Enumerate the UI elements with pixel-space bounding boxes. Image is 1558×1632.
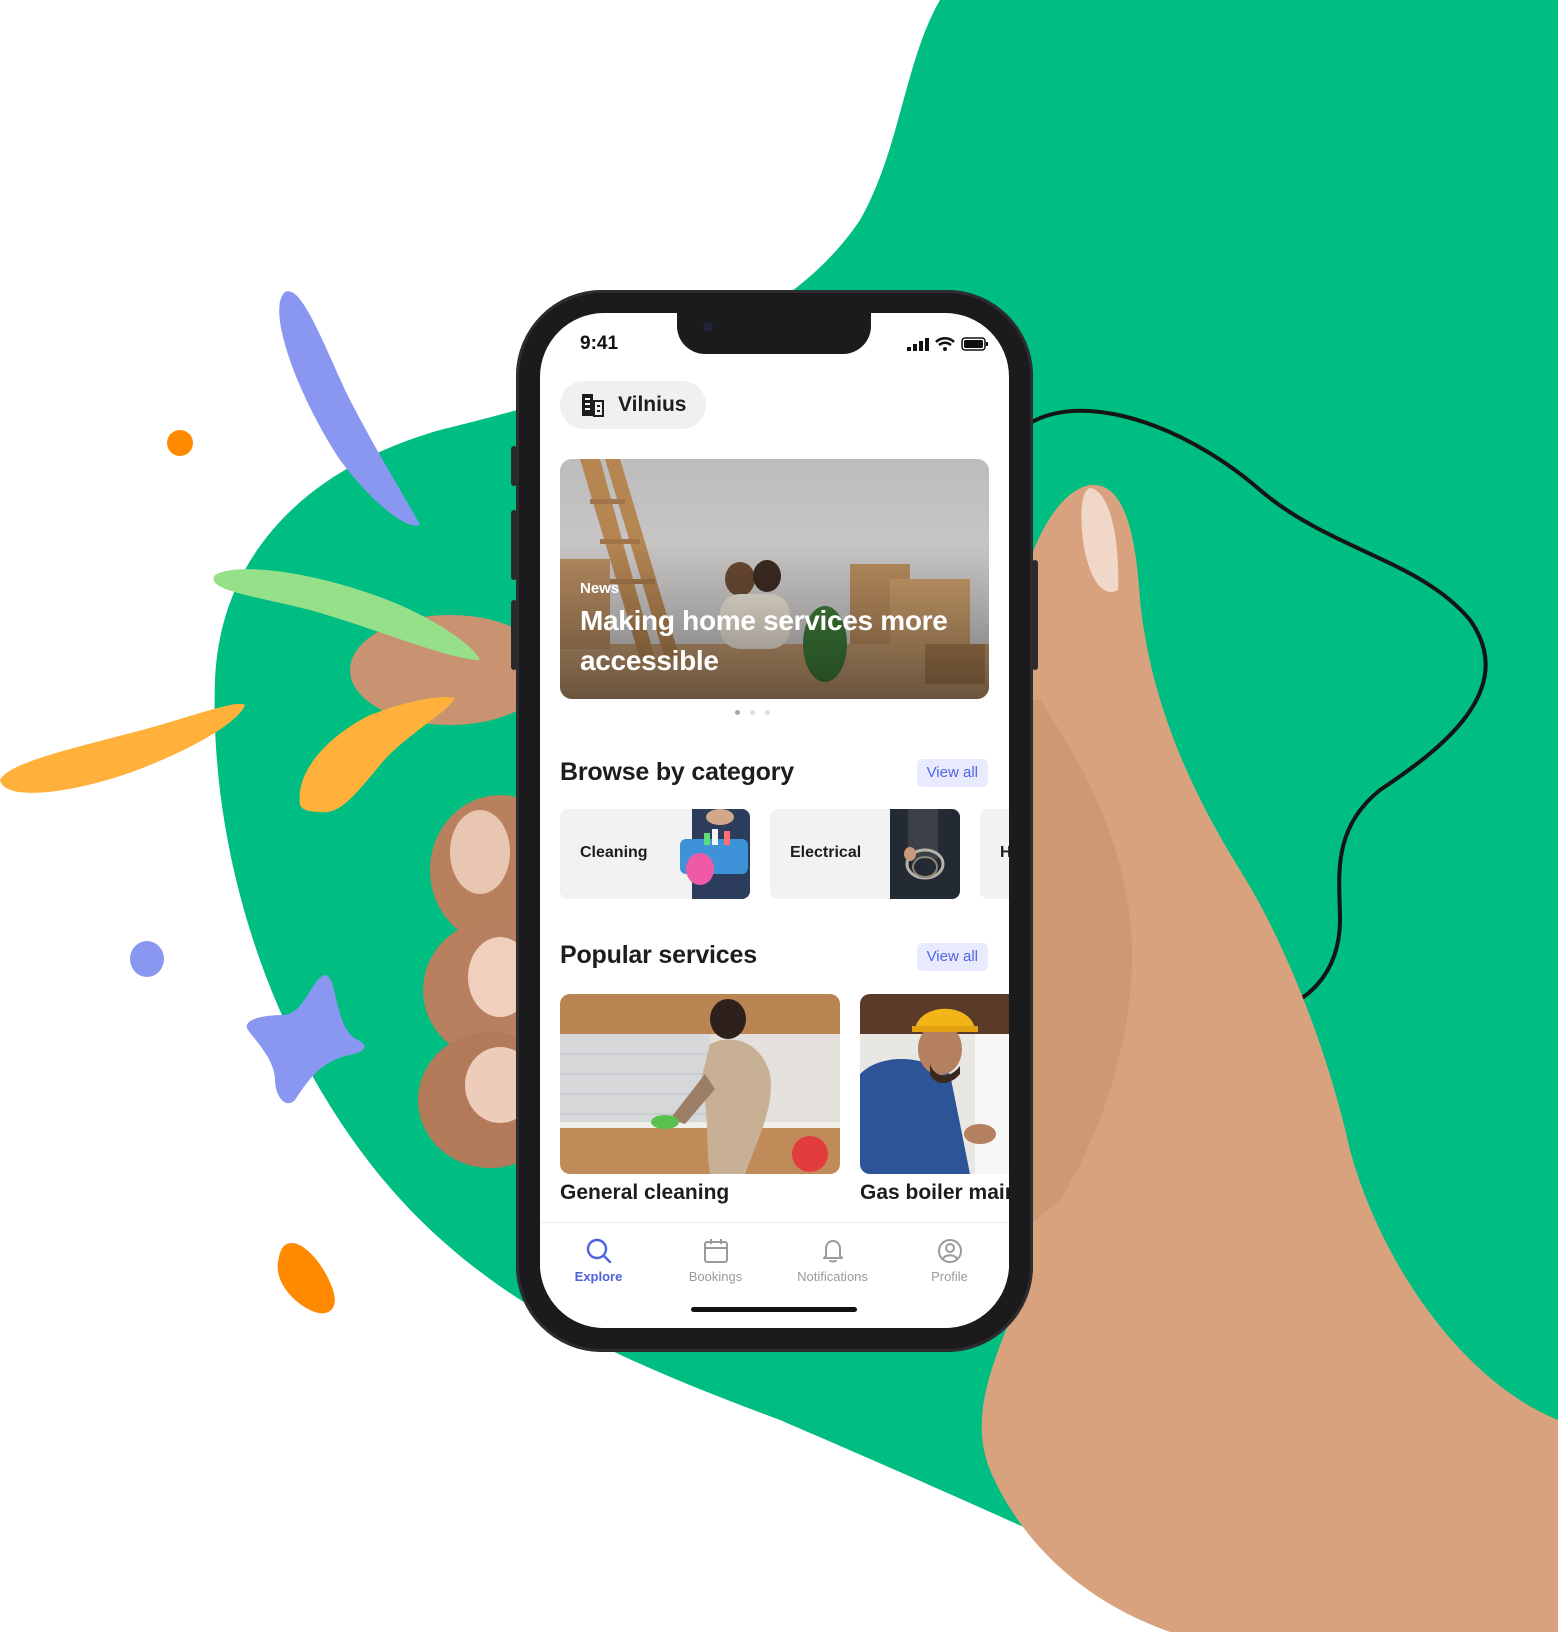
service-card-gas-boiler[interactable] [860, 994, 1009, 1174]
location-selector[interactable]: Vilnius [560, 381, 707, 429]
camera [703, 322, 713, 332]
services-view-all-button[interactable]: View all [916, 943, 988, 971]
general-cleaning-image [560, 994, 840, 1174]
confetti-orange-dot [167, 430, 193, 456]
signal-icon [907, 337, 929, 351]
bottom-tab-bar: Explore Bookings Notifications Profile [540, 1222, 1009, 1328]
notch [677, 313, 871, 354]
building-icon [582, 394, 604, 417]
user-circle-icon [937, 1239, 962, 1263]
status-time: 9:41 [580, 333, 619, 354]
calendar-icon [703, 1239, 728, 1263]
battery-icon [961, 337, 988, 351]
status-icons [907, 337, 989, 351]
category-label: H [1000, 844, 1009, 861]
category-card-electrical[interactable]: Electrical [770, 809, 960, 899]
wifi-icon [935, 337, 955, 351]
location-label: Vilnius [618, 393, 687, 416]
mute-switch [511, 446, 517, 486]
tab-label: Notifications [797, 1269, 868, 1284]
electrical-image [890, 809, 960, 899]
tab-label: Bookings [688, 1269, 743, 1284]
confetti-yellow-stroke-1 [0, 703, 245, 793]
home-indicator[interactable] [691, 1307, 857, 1312]
bell-icon [822, 1240, 843, 1263]
confetti-orange-blob [277, 1243, 335, 1314]
power-button [1032, 560, 1038, 670]
tab-profile[interactable]: Profile [891, 1237, 1008, 1284]
tab-label: Profile [931, 1269, 968, 1284]
volume-up-button [511, 510, 517, 580]
service-title: Gas boiler main [860, 1181, 1009, 1204]
gas-boiler-image [860, 994, 1009, 1174]
news-banner[interactable]: News Making home services more accessibl… [560, 459, 989, 699]
categories-view-all-button[interactable]: View all [916, 759, 988, 787]
cleaning-image [680, 809, 750, 899]
category-card-cleaning[interactable]: Cleaning [560, 809, 750, 899]
carousel-dots [735, 710, 770, 715]
services-title: Popular services [560, 941, 757, 969]
confetti-lavender-dot [130, 941, 164, 977]
categories-title: Browse by category [560, 758, 794, 786]
search-icon [586, 1238, 611, 1264]
carousel-dot[interactable] [750, 710, 755, 715]
carousel-dot[interactable] [765, 710, 770, 715]
tab-explore[interactable]: Explore [540, 1237, 657, 1284]
tab-label: Explore [574, 1269, 623, 1284]
tab-notifications[interactable]: Notifications [774, 1237, 891, 1284]
tab-bookings[interactable]: Bookings [657, 1237, 774, 1284]
category-label: Cleaning [580, 844, 648, 861]
banner-headline: Making home services more accessible [580, 605, 948, 676]
category-label: Electrical [790, 844, 862, 861]
service-card-general-cleaning[interactable] [560, 994, 840, 1174]
category-card-partial[interactable]: H [980, 809, 1009, 899]
phone-screen: 9:41 Vilnius News Making home services m… [540, 313, 1009, 1328]
volume-down-button [511, 600, 517, 670]
finger-1-nail [450, 810, 510, 894]
carousel-dot[interactable] [735, 710, 740, 715]
banner-tag: News [580, 580, 620, 597]
service-title: General cleaning [560, 1181, 730, 1204]
